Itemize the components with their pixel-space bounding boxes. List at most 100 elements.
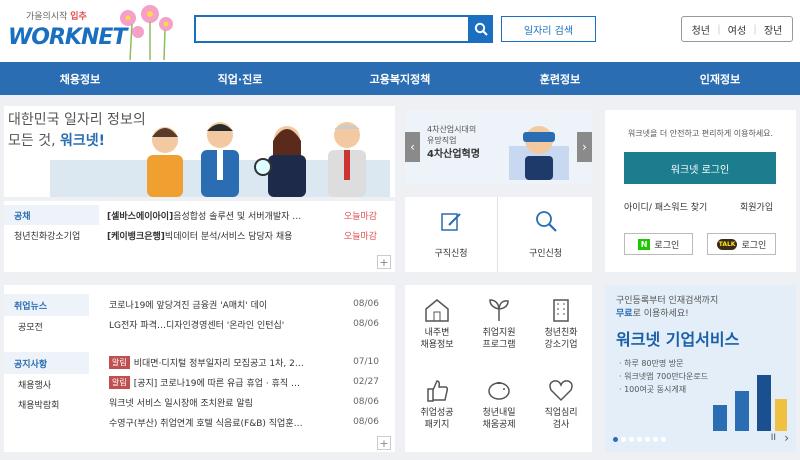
news-date: 08/06	[353, 299, 379, 309]
carousel-next-button[interactable]: ›	[577, 132, 592, 162]
employer-apply-button[interactable]: 구인신청	[499, 197, 592, 272]
find-id-password-link[interactable]: 아이디/ 패스워드 찾기	[624, 200, 707, 213]
service-nearby-jobs[interactable]: 내주변 채용정보	[407, 297, 467, 351]
target-youth[interactable]: 청년	[692, 22, 710, 37]
job-search-button[interactable]: 일자리 검색	[501, 16, 596, 42]
service-label: 청년친화	[544, 328, 578, 338]
pagination-dot[interactable]	[637, 437, 642, 442]
banner-next-button[interactable]: ›	[784, 431, 789, 445]
notice-badge: 알림	[109, 375, 130, 389]
banner-line: 구인등록부터 인재검색까지	[616, 296, 719, 306]
news-section: 취업뉴스 공모전 코로나19에 앞당겨진 금융권 'A매치' 데이 08/06 L…	[4, 294, 395, 336]
worknet-logo[interactable]: WORKNET	[8, 25, 127, 50]
tab-employment-news[interactable]: 취업뉴스	[4, 294, 89, 316]
service-label: 내주변	[424, 328, 450, 338]
pagination-dot[interactable]	[613, 437, 618, 442]
notice-date: 08/06	[353, 417, 379, 427]
service-success-package[interactable]: 취업성공 패키지	[407, 377, 467, 431]
kakao-login-button[interactable]: TALK 로그인	[707, 233, 776, 255]
nav-welfare-policy[interactable]: 고용복지정책	[320, 71, 480, 87]
ticker-category: 공채	[4, 205, 99, 225]
signup-link[interactable]: 회원가입	[740, 200, 773, 213]
tab-hiring-events[interactable]: 채용행사	[4, 374, 89, 394]
banner-line: 무료로 이용하세요!	[616, 308, 718, 321]
login-notice: 워크넷을 더 안전하고 편리하게 이용하세요.	[627, 129, 774, 138]
carousel-prev-button[interactable]: ‹	[405, 132, 420, 162]
apply-label: 구인신청	[528, 249, 563, 259]
ticker-category: 청년친화강소기업	[14, 231, 81, 242]
notice-badge: 알림	[109, 355, 130, 369]
notice-title[interactable]: 비대면·디지털 정부일자리 모집공고 1차, 2…	[134, 356, 350, 369]
news-title[interactable]: 코로나19에 앞당겨진 금융권 'A매치' 데이	[109, 298, 350, 311]
ticker-row[interactable]: 공채 [셀바스에이아이] 음성합성 솔루션 및 서버개발자 … 오늘마감	[4, 205, 395, 225]
nav-talent[interactable]: 인재정보	[640, 71, 800, 87]
tab-contests[interactable]: 공모전	[4, 316, 89, 336]
building-icon	[553, 299, 569, 322]
ticker-company[interactable]: [케이뱅크은행]	[99, 229, 165, 242]
deadline-badge: 오늘마감	[343, 211, 377, 222]
enterprise-service-banner[interactable]: 구인등록부터 인재검색까지 무료로 이용하세요! 워크넷 기업서비스 · 하루 …	[605, 285, 796, 452]
nav-training[interactable]: 훈련정보	[480, 71, 640, 87]
list-item[interactable]: LG전자 파격…디자인경영센터 '온라인 인턴십' 08/06	[109, 314, 395, 334]
ticker-detail[interactable]: 빅데이터 분석/서비스 담당자 채용	[165, 229, 293, 242]
pagination-dot[interactable]	[645, 437, 650, 442]
pagination-dot[interactable]	[629, 437, 634, 442]
bar-chart-illustration	[713, 375, 787, 431]
more-plus-button[interactable]: +	[377, 436, 391, 450]
ticker-detail[interactable]: 음성합성 솔루션 및 서버개발자 …	[173, 209, 301, 222]
service-youth-tomorrow-fund[interactable]: 청년내일 채움공제	[469, 377, 529, 431]
nav-career[interactable]: 직업·진로	[160, 71, 320, 87]
house-icon	[425, 299, 449, 322]
list-item[interactable]: 알림 [공지] 코로나19에 따른 유급 휴업 · 휴직 … 02/27	[109, 372, 395, 392]
naver-icon: N	[637, 238, 651, 250]
nav-job-info[interactable]: 채용정보	[0, 71, 160, 87]
divider: |	[753, 23, 757, 35]
naver-login-button[interactable]: N 로그인	[624, 233, 693, 255]
service-career-psych-test[interactable]: 직업심리 검사	[531, 377, 591, 431]
search-input[interactable]	[194, 15, 470, 43]
search-icon	[474, 22, 488, 36]
pagination-dot[interactable]	[661, 437, 666, 442]
deadline-badge: 오늘마감	[343, 231, 377, 242]
notice-title[interactable]: 수영구(부산) 취업연계 호텔 식음료(F&B) 직업훈…	[109, 416, 350, 429]
apply-panel: 구직신청 구인신청	[405, 197, 592, 272]
notice-date: 08/06	[353, 397, 379, 407]
list-item[interactable]: 수영구(부산) 취업연계 호텔 식음료(F&B) 직업훈… 08/06	[109, 412, 395, 432]
main-navigation: 채용정보 직업·진로 고용복지정책 훈련정보 인재정보	[0, 62, 800, 95]
list-item[interactable]: 알림 비대면·디지털 정부일자리 모집공고 1차, 2… 07/10	[109, 352, 395, 372]
banner-title: 워크넷 기업서비스	[616, 330, 740, 349]
tab-job-fairs[interactable]: 채용박람회	[4, 394, 89, 414]
service-youth-friendly-company[interactable]: 청년친화강소기업	[531, 297, 591, 351]
piggy-bank-icon	[488, 382, 510, 400]
ticker-company[interactable]: [셀바스에이아이]	[99, 209, 173, 222]
notice-title[interactable]: [공지] 코로나19에 따른 유급 휴업 · 휴직 …	[134, 376, 350, 389]
list-item[interactable]: 코로나19에 앞당겨진 금융권 'A매치' 데이 08/06	[109, 294, 395, 314]
vr-headset-illustration	[509, 126, 569, 180]
thumbs-up-icon	[427, 380, 449, 402]
notice-section: 공지사항 채용행사 채용박람회 알림 비대면·디지털 정부일자리 모집공고 1차,…	[4, 352, 395, 432]
job-seeker-apply-button[interactable]: 구직신청	[405, 197, 498, 272]
featured-carousel[interactable]: ‹ 4차산업시대의 유망직업 4차산업혁명 ›	[405, 110, 592, 185]
list-item[interactable]: 워크넷 서비스 일시장애 조치완료 알림 08/06	[109, 392, 395, 412]
worknet-login-button[interactable]: 워크넷 로그인	[624, 152, 776, 184]
news-title[interactable]: LG전자 파격…디자인경영센터 '온라인 인턴십'	[109, 318, 350, 331]
ticker-row[interactable]: 청년친화강소기업 [케이뱅크은행] 빅데이터 분석/서비스 담당자 채용 오늘마…	[4, 225, 395, 245]
more-plus-button[interactable]: +	[377, 255, 391, 269]
target-women[interactable]: 여성	[728, 22, 746, 37]
target-seniors[interactable]: 장년	[764, 22, 782, 37]
notice-title[interactable]: 워크넷 서비스 일시장애 조치완료 알림	[109, 396, 350, 409]
pause-button[interactable]: II	[771, 433, 776, 443]
pagination-dot[interactable]	[653, 437, 658, 442]
target-group-switcher: 청년 | 여성 | 장년	[681, 16, 793, 42]
service-label: 강소기업	[544, 340, 578, 350]
kakao-icon: TALK	[716, 238, 738, 250]
service-label: 취업지원	[482, 328, 516, 338]
search-button[interactable]	[469, 15, 493, 43]
news-notice-panel: 취업뉴스 공모전 코로나19에 앞당겨진 금융권 'A매치' 데이 08/06 L…	[4, 285, 395, 452]
service-label: 프로그램	[482, 340, 516, 350]
service-job-support[interactable]: 취업지원프로그램	[469, 297, 529, 351]
pagination-dot[interactable]	[621, 437, 626, 442]
tab-notices[interactable]: 공지사항	[4, 352, 89, 374]
service-label: 채움공제	[482, 420, 516, 430]
banner-bullet: · 100여곳 동시게재	[619, 385, 687, 394]
